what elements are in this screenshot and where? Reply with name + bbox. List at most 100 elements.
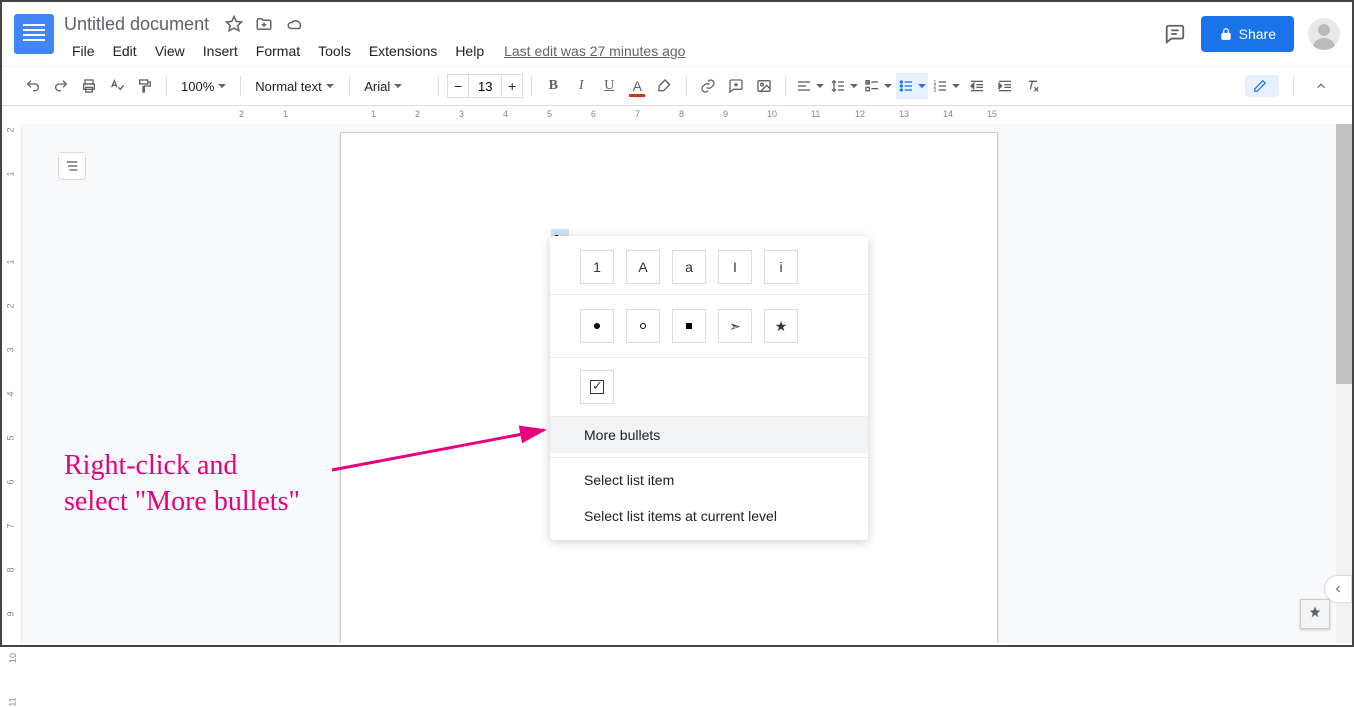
insert-image-button[interactable] bbox=[751, 73, 777, 99]
bullet-disc-option[interactable] bbox=[580, 309, 614, 343]
separator bbox=[438, 76, 439, 96]
menu-extensions[interactable]: Extensions bbox=[361, 39, 445, 63]
caret-icon bbox=[850, 84, 858, 92]
separator bbox=[1293, 76, 1294, 96]
add-comment-button[interactable] bbox=[723, 73, 749, 99]
text-color-button[interactable]: A bbox=[624, 73, 650, 99]
insert-link-button[interactable] bbox=[695, 73, 721, 99]
paint-format-button[interactable] bbox=[132, 73, 158, 99]
star-icon[interactable] bbox=[225, 15, 243, 33]
menu-format[interactable]: Format bbox=[248, 39, 308, 63]
annotation-line1: Right-click and bbox=[64, 448, 300, 484]
menu-tools[interactable]: Tools bbox=[310, 39, 359, 63]
bold-button[interactable]: B bbox=[540, 73, 566, 99]
more-bullets-item[interactable]: More bullets bbox=[550, 417, 868, 453]
list-option-a[interactable]: a bbox=[672, 250, 706, 284]
separator bbox=[686, 76, 687, 96]
title-area: Untitled document File Edit View Insert … bbox=[64, 10, 1163, 64]
numbered-options-row: 1 A a I i bbox=[550, 236, 868, 295]
numbered-list-dropdown[interactable]: 123 bbox=[930, 73, 962, 99]
select-list-item[interactable]: Select list item bbox=[550, 462, 868, 498]
separator bbox=[166, 76, 167, 96]
annotation-line2: select "More bullets" bbox=[64, 484, 300, 520]
move-icon[interactable] bbox=[255, 15, 273, 33]
menu-insert[interactable]: Insert bbox=[195, 39, 246, 63]
bullet-checkbox-option[interactable] bbox=[580, 370, 614, 404]
increase-indent-button[interactable] bbox=[992, 73, 1018, 99]
decrease-indent-button[interactable] bbox=[964, 73, 990, 99]
list-option-A[interactable]: A bbox=[626, 250, 660, 284]
vertical-scrollbar[interactable] bbox=[1336, 124, 1352, 643]
bullet-arrow-option[interactable]: ➣ bbox=[718, 309, 752, 343]
list-context-menu: 1 A a I i ➣ ★ More bullets Select list i… bbox=[550, 236, 868, 540]
select-list-items-level[interactable]: Select list items at current level bbox=[550, 498, 868, 534]
list-option-i[interactable]: i bbox=[764, 250, 798, 284]
zoom-value: 100% bbox=[181, 79, 214, 94]
caret-icon bbox=[218, 84, 226, 92]
document-title[interactable]: Untitled document bbox=[64, 14, 209, 35]
menu-bar: File Edit View Insert Format Tools Exten… bbox=[64, 38, 1163, 64]
bullet-circle-option[interactable] bbox=[626, 309, 660, 343]
spellcheck-button[interactable] bbox=[104, 73, 130, 99]
underline-button[interactable]: U bbox=[596, 73, 622, 99]
pencil-icon bbox=[1253, 79, 1267, 93]
decrease-font-size-button[interactable]: − bbox=[447, 74, 469, 98]
comment-history-icon[interactable] bbox=[1163, 22, 1187, 46]
last-edit-link[interactable]: Last edit was 27 minutes ago bbox=[504, 43, 685, 59]
separator bbox=[349, 76, 350, 96]
document-outline-button[interactable] bbox=[58, 152, 86, 180]
align-dropdown[interactable] bbox=[794, 73, 826, 99]
highlight-color-button[interactable] bbox=[652, 73, 678, 99]
editing-mode-dropdown[interactable] bbox=[1245, 75, 1279, 97]
header-right: Share bbox=[1163, 16, 1340, 52]
separator bbox=[531, 76, 532, 96]
menu-file[interactable]: File bbox=[64, 39, 103, 63]
list-option-I[interactable]: I bbox=[718, 250, 752, 284]
menu-help[interactable]: Help bbox=[447, 39, 492, 63]
menu-edit[interactable]: Edit bbox=[105, 39, 145, 63]
font-dropdown[interactable]: Arial bbox=[358, 73, 430, 99]
separator bbox=[785, 76, 786, 96]
toolbar-right bbox=[1245, 73, 1334, 99]
line-spacing-dropdown[interactable] bbox=[828, 73, 860, 99]
scrollbar-thumb[interactable] bbox=[1336, 124, 1352, 384]
paragraph-style-dropdown[interactable]: Normal text bbox=[249, 73, 341, 99]
caret-icon bbox=[918, 84, 926, 92]
style-value: Normal text bbox=[255, 79, 321, 94]
hide-menus-button[interactable] bbox=[1308, 73, 1334, 99]
checkbox-options-row bbox=[550, 358, 868, 417]
caret-icon bbox=[394, 84, 402, 92]
vertical-ruler[interactable]: 211234567891011 bbox=[2, 124, 22, 643]
cloud-status-icon[interactable] bbox=[285, 15, 305, 33]
user-avatar[interactable] bbox=[1308, 18, 1340, 50]
explore-button[interactable] bbox=[1300, 599, 1330, 629]
caret-icon bbox=[326, 84, 334, 92]
menu-divider bbox=[550, 457, 868, 458]
checklist-dropdown[interactable] bbox=[862, 73, 894, 99]
bullet-square-option[interactable] bbox=[672, 309, 706, 343]
zoom-dropdown[interactable]: 100% bbox=[175, 73, 232, 99]
separator bbox=[240, 76, 241, 96]
bulleted-list-dropdown[interactable] bbox=[896, 73, 928, 99]
horizontal-ruler[interactable]: 21123456789101112131415 bbox=[2, 106, 1352, 124]
redo-button[interactable] bbox=[48, 73, 74, 99]
caret-icon bbox=[952, 84, 960, 92]
undo-button[interactable] bbox=[20, 73, 46, 99]
font-size-control: − + bbox=[447, 74, 523, 98]
bullet-star-option[interactable]: ★ bbox=[764, 309, 798, 343]
docs-logo-icon[interactable] bbox=[14, 14, 54, 54]
menu-view[interactable]: View bbox=[147, 39, 193, 63]
share-label: Share bbox=[1239, 26, 1276, 42]
list-option-1[interactable]: 1 bbox=[580, 250, 614, 284]
font-size-input[interactable] bbox=[469, 74, 501, 98]
increase-font-size-button[interactable]: + bbox=[501, 74, 523, 98]
print-button[interactable] bbox=[76, 73, 102, 99]
share-button[interactable]: Share bbox=[1201, 16, 1294, 52]
header: Untitled document File Edit View Insert … bbox=[2, 2, 1352, 66]
toolbar: 100% Normal text Arial − + B I U A 123 bbox=[2, 66, 1352, 106]
svg-text:3: 3 bbox=[934, 88, 937, 94]
bullet-options-row: ➣ ★ bbox=[550, 295, 868, 358]
caret-icon bbox=[884, 84, 892, 92]
clear-formatting-button[interactable] bbox=[1020, 73, 1046, 99]
italic-button[interactable]: I bbox=[568, 73, 594, 99]
